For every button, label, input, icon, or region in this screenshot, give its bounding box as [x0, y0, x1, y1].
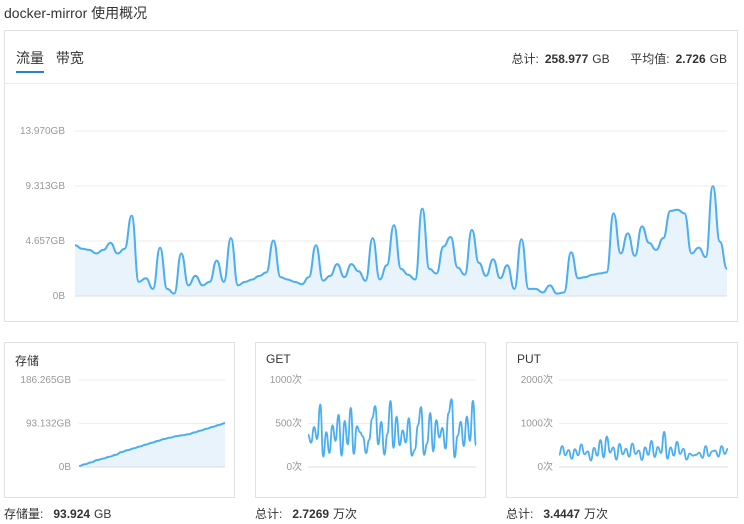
storage-footer-value: 93.924	[53, 507, 91, 521]
get-series-line	[307, 398, 477, 459]
y-tick-label: 4.657GB	[26, 236, 66, 247]
y-tick-label: 13.970GB	[20, 126, 65, 137]
y-tick-label: 0B	[59, 462, 72, 473]
put-footer-value: 3.4447	[543, 507, 581, 521]
put-footer-label: 总计:	[506, 507, 534, 521]
storage-chart: 0B 93.132GB 186.265GB	[20, 375, 226, 473]
y-tick-label: 93.132GB	[26, 419, 71, 430]
y-tick-label: 2000次	[521, 373, 553, 386]
y-tick-label: 0次	[537, 460, 553, 473]
y-tick-label: 0次	[286, 460, 302, 473]
put-series-line	[558, 430, 729, 462]
y-tick-label: 186.265GB	[20, 375, 71, 386]
traffic-chart: 0B 4.657GB 9.313GB 13.970GB	[20, 126, 728, 302]
storage-footer: 存储量: 93.924 GB	[4, 505, 111, 522]
put-chart: 0次 1000次 2000次	[521, 373, 729, 473]
traffic-panel: 流量 带宽 总计: 258.977 GB 平均值: 2.726 GB 0B 4.657GB…	[4, 30, 738, 322]
y-tick-label: 9.313GB	[26, 181, 66, 192]
put-footer: 总计: 3.4447 万次	[506, 505, 608, 522]
get-footer-label: 总计:	[255, 507, 283, 521]
get-panel: GET 0次 500次 1000次	[255, 342, 486, 498]
get-chart: 0次 500次 1000次	[270, 373, 477, 473]
y-tick-label: 500次	[275, 417, 302, 430]
storage-panel: 存储 0B 93.132GB 186.265GB	[4, 342, 235, 498]
put-panel: PUT 0次 1000次 2000次	[506, 342, 738, 498]
get-footer: 总计: 2.7269 万次	[255, 505, 357, 522]
y-tick-label: 0B	[53, 291, 66, 302]
storage-footer-label: 存储量:	[4, 507, 44, 521]
y-tick-label: 1000次	[521, 417, 553, 430]
y-tick-label: 1000次	[270, 373, 302, 386]
get-footer-unit: 万次	[333, 507, 358, 521]
get-footer-value: 2.7269	[292, 507, 330, 521]
put-footer-unit: 万次	[584, 507, 609, 521]
page-title: docker-mirror 使用概况	[4, 5, 148, 21]
storage-footer-unit: GB	[94, 507, 112, 521]
